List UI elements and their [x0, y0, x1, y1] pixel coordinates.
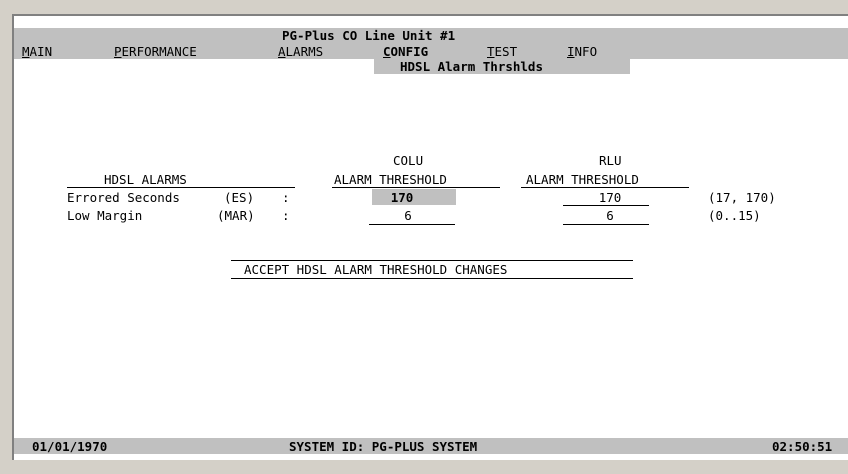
menu-config[interactable]: CONFIG: [383, 44, 428, 59]
row-es-separator: :: [282, 190, 290, 205]
menu-main[interactable]: MAIN: [22, 44, 52, 59]
rlu-header: RLU: [599, 153, 622, 168]
rlu-mar-field[interactable]: 6: [574, 208, 646, 223]
status-time: 02:50:51: [772, 439, 833, 454]
rlu-es-underline: [563, 205, 649, 206]
row-mar-abbr: (MAR): [217, 208, 255, 223]
menu-alarms[interactable]: ALARMS: [278, 44, 323, 59]
colu-header-underline: [332, 187, 500, 188]
rlu-header-underline: [521, 187, 689, 188]
status-date: 01/01/1970: [32, 439, 108, 454]
colu-header: COLU: [393, 153, 424, 168]
row-es-range: (17, 170): [708, 190, 776, 205]
menu-test-hotkey: T: [487, 44, 495, 59]
accept-button-underline: [231, 278, 633, 279]
colu-mar-field[interactable]: 6: [372, 208, 444, 223]
hdsl-alarms-underline: [67, 187, 295, 188]
rlu-mar-underline: [563, 224, 649, 225]
menu-main-label: AIN: [29, 44, 53, 59]
menu-performance-label: ERFORMANCE: [121, 44, 197, 59]
menu-alarms-hotkey: A: [278, 44, 286, 59]
menu-config-label: ONFIG: [390, 44, 429, 59]
colu-es-field[interactable]: 170: [372, 190, 432, 205]
row-es-abbr: (ES): [224, 190, 255, 205]
menu-main-hotkey: M: [22, 44, 30, 59]
menu-info-hotkey: I: [567, 44, 575, 59]
row-mar-label: Low Margin: [67, 208, 143, 223]
app-title: PG-Plus CO Line Unit #1: [282, 28, 456, 43]
menu-alarms-label: LARMS: [285, 44, 324, 59]
rlu-alarm-threshold-header: ALARM THRESHOLD: [526, 172, 639, 187]
menu-info-label: NFO: [574, 44, 598, 59]
menu-performance[interactable]: PERFORMANCE: [114, 44, 197, 59]
rlu-es-field[interactable]: 170: [574, 190, 646, 205]
menu-info[interactable]: INFO: [567, 44, 597, 59]
colu-mar-underline: [369, 224, 455, 225]
status-system-id: SYSTEM ID: PG-PLUS SYSTEM: [289, 439, 478, 454]
submenu-hdsl-alarm-thresholds[interactable]: HDSL Alarm Thrshlds: [400, 59, 543, 74]
row-es-label: Errored Seconds: [67, 190, 180, 205]
menu-performance-hotkey: P: [114, 44, 122, 59]
row-mar-range: (0..15): [708, 208, 761, 223]
row-mar-separator: :: [282, 208, 290, 223]
menu-test-label: EST: [494, 44, 518, 59]
accept-changes-button[interactable]: ACCEPT HDSL ALARM THRESHOLD CHANGES: [244, 262, 507, 277]
menu-config-hotkey: C: [383, 44, 391, 59]
accept-button-topline: [231, 260, 633, 261]
terminal-screen: PG-Plus CO Line Unit #1 MAIN PERFORMANCE…: [12, 14, 848, 460]
menu-test[interactable]: TEST: [487, 44, 517, 59]
hdsl-alarms-header: HDSL ALARMS: [104, 172, 187, 187]
colu-alarm-threshold-header: ALARM THRESHOLD: [334, 172, 447, 187]
